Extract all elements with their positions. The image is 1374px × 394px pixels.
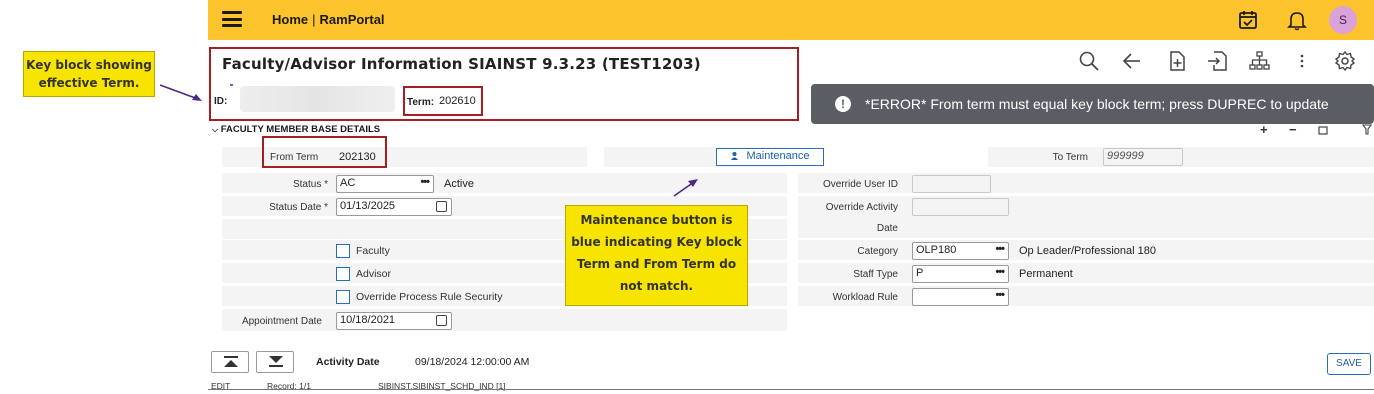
breadcrumb-portal[interactable]: RamPortal xyxy=(320,12,385,27)
term-label: Term: xyxy=(407,97,435,108)
lookup-dots-icon[interactable]: ••• xyxy=(995,266,1005,278)
from-term-label: From Term xyxy=(270,152,319,163)
last-record-icon xyxy=(269,356,283,367)
breadcrumb-separator: | xyxy=(312,12,316,27)
override-user-field[interactable] xyxy=(912,175,991,193)
activity-date-label: Activity Date xyxy=(316,356,380,368)
avatar[interactable]: S xyxy=(1329,6,1357,34)
override-activity-label-line2: Date xyxy=(876,223,898,234)
maintenance-label: Maintenance xyxy=(746,150,810,162)
calendar-icon[interactable] xyxy=(436,315,447,326)
status-description: Active xyxy=(444,178,474,190)
lookup-dots-icon[interactable]: ••• xyxy=(420,176,430,188)
advisor-label: Advisor xyxy=(356,268,392,280)
workload-rule-label: Workload Rule xyxy=(832,292,898,303)
appointment-date-field[interactable]: 10/18/2021 xyxy=(336,312,452,330)
copy-icon[interactable] xyxy=(1317,124,1329,135)
category-label: Category xyxy=(857,246,898,257)
override-activity-date-field[interactable] xyxy=(912,198,1009,216)
category-description: Op Leader/Professional 180 xyxy=(1019,245,1156,257)
error-toast: ! *ERROR* From term must equal key block… xyxy=(811,84,1374,124)
settings-icon[interactable] xyxy=(1334,50,1356,72)
breadcrumb: Home | RamPortal xyxy=(272,12,385,27)
maintenance-button[interactable]: Maintenance xyxy=(716,148,824,166)
annotation-arrow-mid xyxy=(673,179,698,197)
to-term-field[interactable]: 999999 xyxy=(1103,148,1183,166)
activity-date-value: 09/18/2024 12:00:00 AM xyxy=(415,356,530,368)
back-arrow-icon[interactable] xyxy=(1121,50,1143,72)
status-value: AC xyxy=(340,177,356,189)
override-rule-checkbox[interactable] xyxy=(336,290,350,304)
category-field[interactable]: OLP180 ••• xyxy=(912,242,1009,260)
export-icon[interactable] xyxy=(1206,50,1228,72)
section-header[interactable]: ⌵ FACULTY MEMBER BASE DETAILS xyxy=(212,124,380,135)
person-icon xyxy=(730,152,738,160)
id-marker xyxy=(230,84,233,86)
annotation-maintenance: Maintenance button is blue indicating Ke… xyxy=(565,205,748,306)
bottom-divider xyxy=(208,389,1374,390)
advisor-checkbox[interactable] xyxy=(336,267,350,281)
id-value-redacted xyxy=(240,86,395,112)
add-record-button[interactable]: + xyxy=(1260,122,1268,137)
id-label: ID: xyxy=(214,96,228,107)
lookup-dots-icon[interactable]: ••• xyxy=(995,243,1005,255)
staff-type-label: Staff Type xyxy=(853,269,898,280)
annotation-arrow-left xyxy=(159,84,202,101)
to-term-label: To Term xyxy=(1052,152,1088,163)
override-activity-label: Override Activity xyxy=(825,202,898,213)
staff-type-description: Permanent xyxy=(1019,268,1073,280)
faculty-checkbox[interactable] xyxy=(336,244,350,258)
override-user-label: Override User ID xyxy=(822,179,898,190)
first-record-button[interactable] xyxy=(211,351,249,373)
more-icon[interactable] xyxy=(1291,50,1313,72)
annotation-key-block: Key block showing effective Term. xyxy=(23,51,155,97)
menu-icon[interactable] xyxy=(222,11,242,27)
faculty-label: Faculty xyxy=(356,245,390,257)
workload-rule-field[interactable]: ••• xyxy=(912,288,1009,306)
lookup-dots-icon[interactable]: ••• xyxy=(995,289,1005,301)
term-value: 202610 xyxy=(439,95,476,107)
related-tree-icon[interactable] xyxy=(1248,50,1270,72)
chevron-down-icon[interactable]: ⌵ xyxy=(212,125,218,134)
status-date-value: 01/13/2025 xyxy=(340,200,396,212)
calendar-check-icon[interactable] xyxy=(1237,9,1259,31)
appointment-date-value: 10/18/2021 xyxy=(340,314,396,326)
calendar-icon[interactable] xyxy=(436,201,447,212)
add-document-icon[interactable] xyxy=(1166,50,1188,72)
section-title: FACULTY MEMBER BASE DETAILS xyxy=(220,124,381,135)
search-icon[interactable] xyxy=(1078,50,1100,72)
error-icon: ! xyxy=(835,96,851,112)
breadcrumb-home[interactable]: Home xyxy=(272,12,308,27)
from-term-value[interactable]: 202130 xyxy=(339,151,376,163)
status-field[interactable]: AC ••• xyxy=(336,175,434,193)
staff-type-value: P xyxy=(916,267,924,279)
override-rule-label: Override Process Rule Security xyxy=(356,291,503,303)
category-value: OLP180 xyxy=(916,244,957,256)
save-button[interactable]: SAVE xyxy=(1327,353,1371,375)
first-record-icon xyxy=(224,356,238,367)
last-record-button[interactable] xyxy=(256,351,294,373)
status-label: Status * xyxy=(292,179,328,190)
remove-record-button[interactable]: − xyxy=(1289,122,1297,137)
page-title: Faculty/Advisor Information SIAINST 9.3.… xyxy=(222,55,701,73)
staff-type-field[interactable]: P ••• xyxy=(912,265,1009,283)
filter-icon[interactable] xyxy=(1362,124,1372,135)
status-date-label: Status Date * xyxy=(269,202,328,213)
bell-icon[interactable] xyxy=(1286,9,1308,31)
status-date-field[interactable]: 01/13/2025 xyxy=(336,198,452,216)
error-message: *ERROR* From term must equal key block t… xyxy=(865,96,1329,112)
banner-app: Home | RamPortal S Faculty/Advisor Informa… xyxy=(208,0,1374,394)
appointment-date-label: Appointment Date xyxy=(241,316,322,327)
top-bar: Home | RamPortal S xyxy=(208,0,1374,40)
to-term-value: 999999 xyxy=(1107,150,1144,162)
